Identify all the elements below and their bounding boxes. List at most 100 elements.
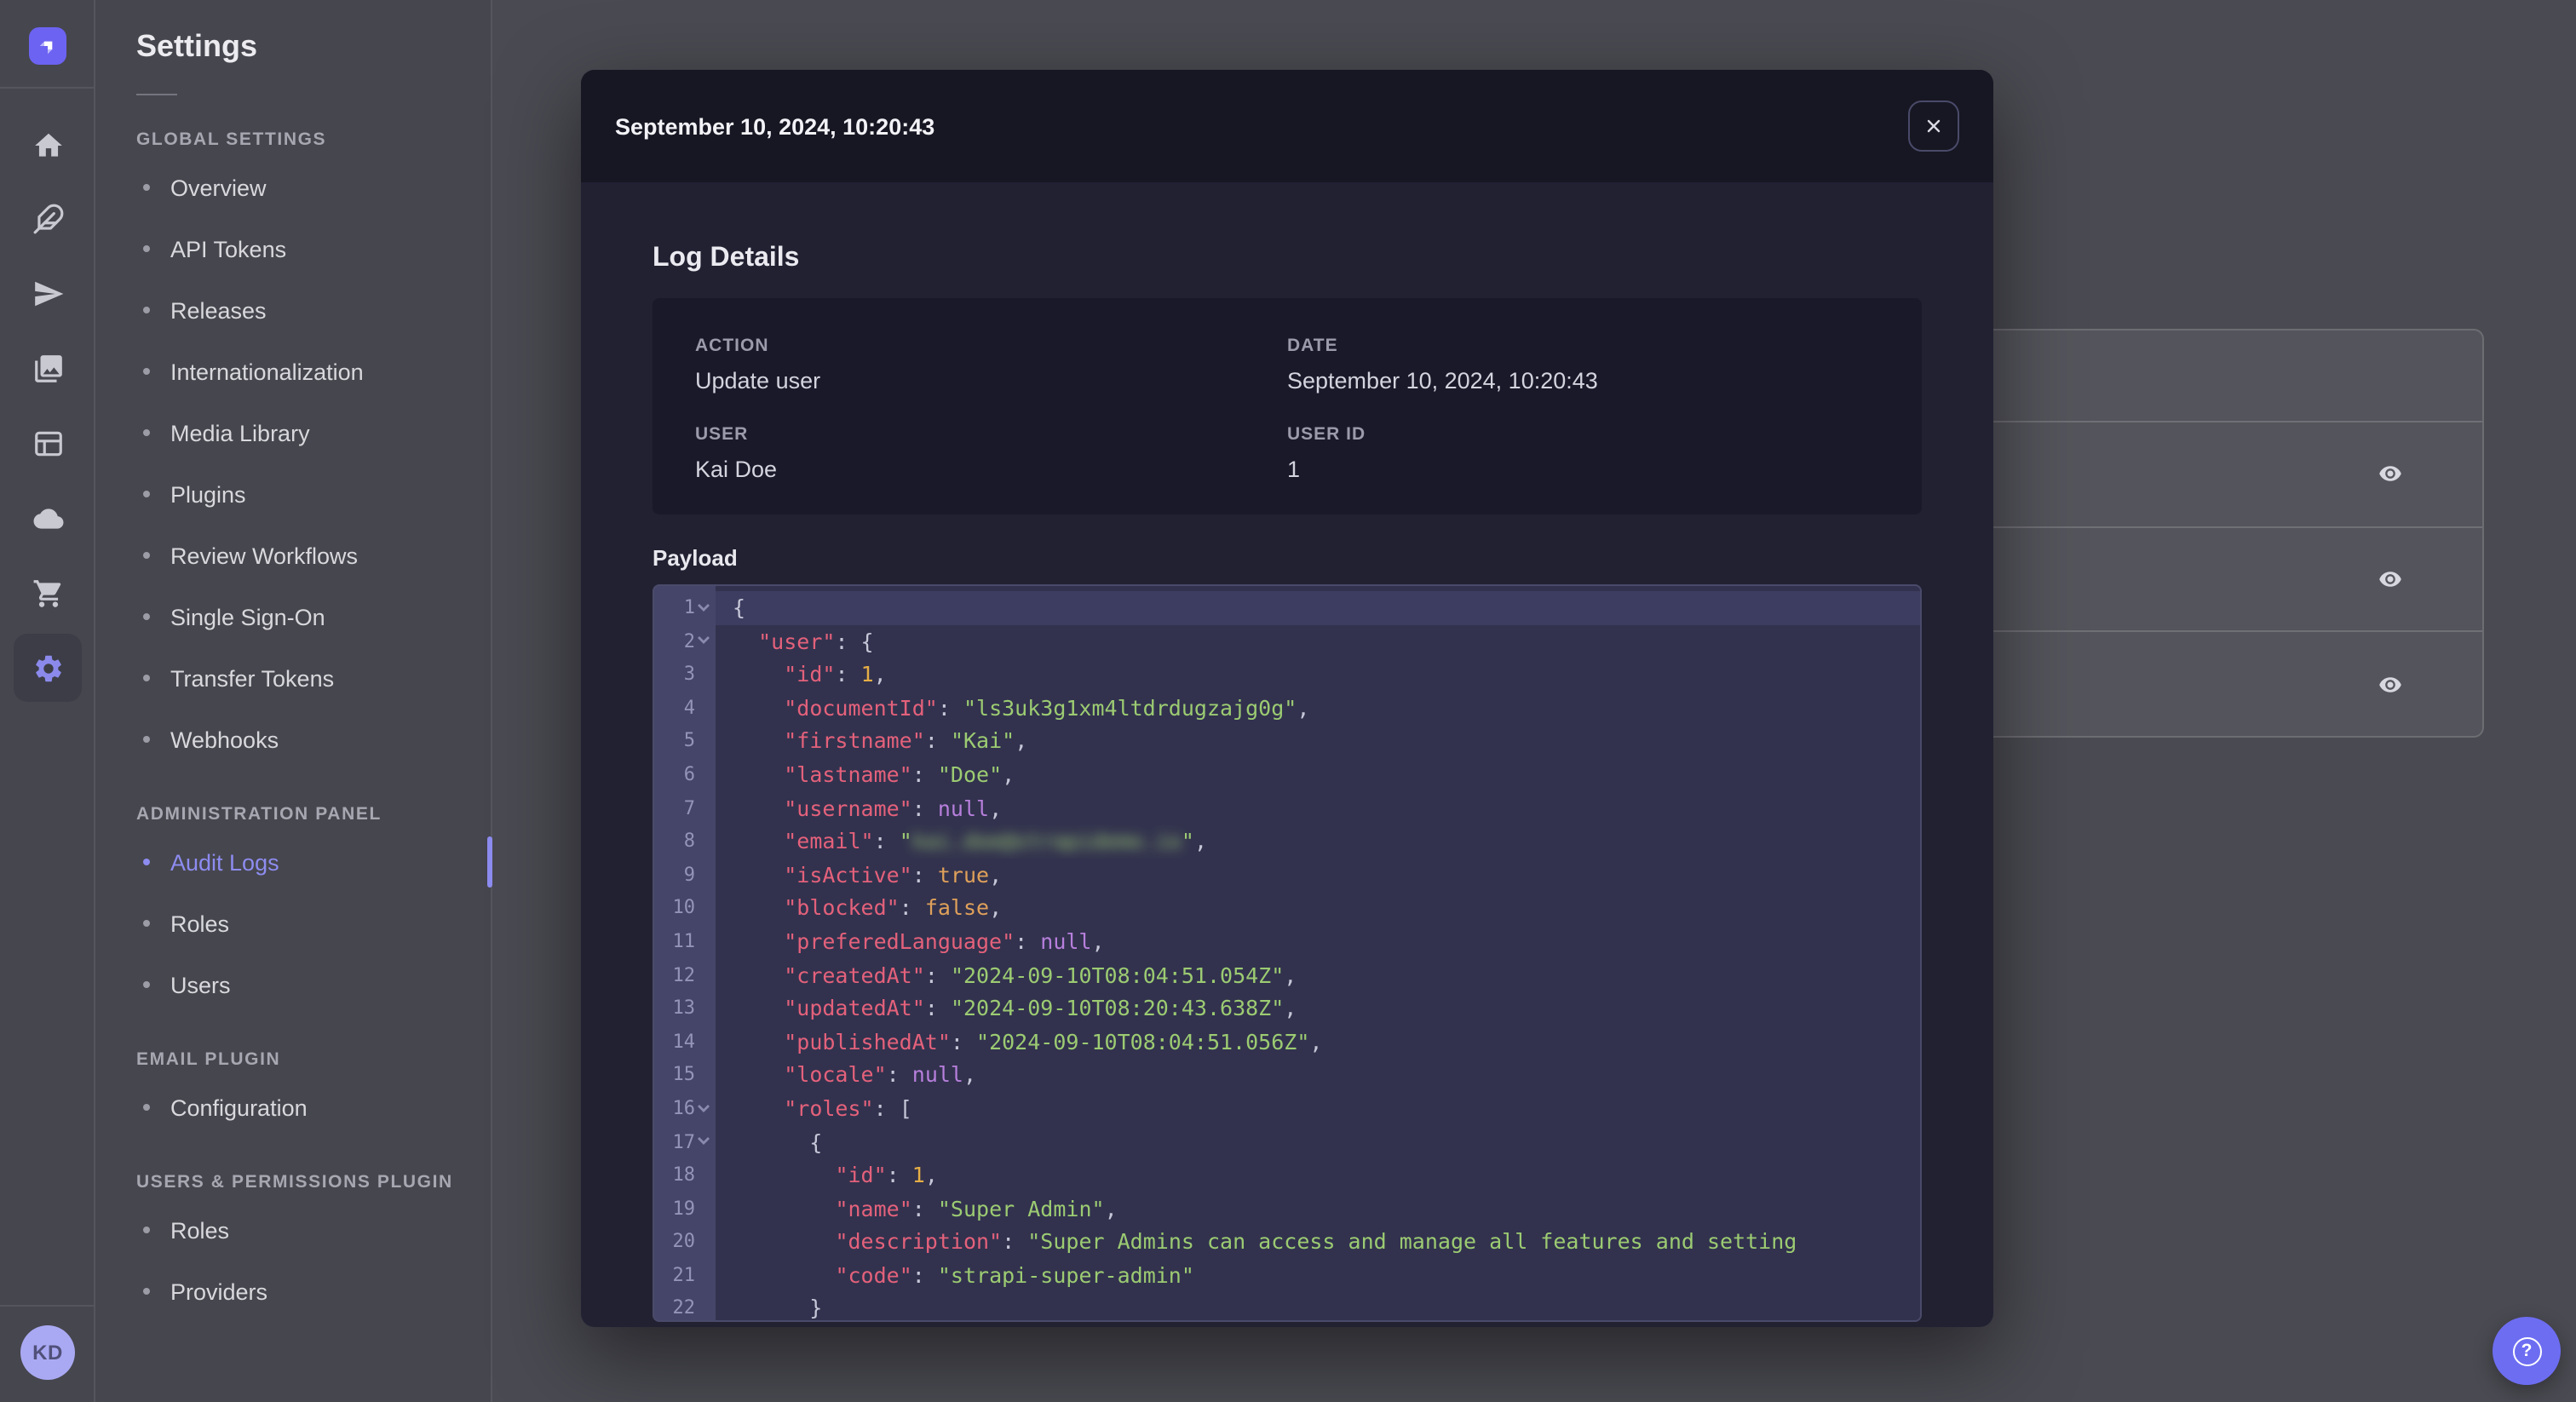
code-line: 11 "preferedLanguage": null,: [654, 925, 1920, 958]
rail-item-settings[interactable]: [14, 634, 82, 702]
line-number: 11: [672, 929, 696, 952]
code-line: 15 "locale": null,: [654, 1059, 1920, 1092]
sidebar-item-label: Releases: [170, 297, 267, 323]
question-mark-icon: ?: [2512, 1336, 2541, 1365]
code-text: "code": "strapi-super-admin": [835, 1261, 1194, 1288]
close-button[interactable]: [1908, 101, 1959, 152]
strapi-logo[interactable]: [29, 27, 66, 65]
payload-label: Payload: [653, 545, 738, 571]
code-text: "lastname": "Doe",: [784, 761, 1015, 787]
avatar[interactable]: KD: [20, 1325, 75, 1380]
chevron-down-icon[interactable]: [697, 1103, 710, 1113]
rail-item-cart[interactable]: [14, 559, 82, 627]
code-text: "publishedAt": "2024-09-10T08:04:51.056Z…: [784, 1028, 1323, 1054]
log-details-card: ACTION Update user DATE September 10, 2024,…: [653, 298, 1922, 514]
sidebar-item-providers[interactable]: Providers: [95, 1261, 491, 1322]
view-log-button[interactable]: [2370, 664, 2411, 705]
sidebar-item-review-workflows[interactable]: Review Workflows: [95, 525, 491, 586]
sidebar-item-overview[interactable]: Overview: [95, 157, 491, 218]
sidebar-item-roles[interactable]: Roles: [95, 893, 491, 954]
detail-field: DATE September 10, 2024, 10:20:43: [1287, 336, 1879, 394]
code-text: "email": "kai.doe@strapidemo.io",: [784, 828, 1207, 854]
payload-code-viewer[interactable]: 1{2 "user": {3 "id": 1, 4 "documentId": "…: [653, 584, 1922, 1322]
bullet-icon: [143, 429, 150, 436]
rail-item-media[interactable]: [14, 334, 82, 402]
section-title: Log Details: [653, 244, 800, 273]
bullet-icon: [143, 307, 150, 313]
code-text: {: [716, 591, 1920, 625]
rail-item-home[interactable]: [14, 111, 82, 179]
media-icon: [34, 354, 61, 382]
sidebar-item-users[interactable]: Users: [95, 954, 491, 1015]
settings-icon: [35, 654, 60, 681]
line-number: 8: [683, 830, 695, 853]
cloud-icon: [32, 508, 63, 528]
sidebar-item-single-sign-on[interactable]: Single Sign-On: [95, 586, 491, 647]
line-number: 14: [672, 1030, 696, 1053]
code-line: 13 "updatedAt": "2024-09-10T08:20:43.638…: [654, 991, 1920, 1025]
bullet-icon: [143, 552, 150, 559]
line-number: 19: [672, 1197, 696, 1220]
rail-item-cloud[interactable]: [14, 484, 82, 552]
help-button[interactable]: ?: [2493, 1317, 2561, 1385]
sidebar-item-internationalization[interactable]: Internationalization: [95, 341, 491, 402]
nav-section-label: USERS & PERMISSIONS PLUGIN: [136, 1172, 453, 1192]
sidebar-item-configuration[interactable]: Configuration: [95, 1077, 491, 1138]
view-log-button[interactable]: [2370, 559, 2411, 600]
sidebar-item-transfer-tokens[interactable]: Transfer Tokens: [95, 647, 491, 709]
sidebar-item-releases[interactable]: Releases: [95, 279, 491, 341]
page-title: Settings: [136, 29, 258, 63]
line-number: 9: [683, 863, 695, 886]
line-number: 13: [672, 997, 696, 1020]
sidebar-item-api-tokens[interactable]: API Tokens: [95, 218, 491, 279]
sidebar-item-label: Roles: [170, 911, 230, 936]
code-text: "documentId": "ls3uk3g1xm4ltdrdugzajg0g"…: [784, 694, 1310, 721]
code-text: "name": "Super Admin",: [835, 1195, 1118, 1221]
code-line: 18 "id": 1,: [654, 1158, 1920, 1192]
sidebar-item-audit-logs[interactable]: Audit Logs: [95, 831, 492, 893]
rail-item-feather[interactable]: [14, 184, 82, 252]
chevron-down-icon[interactable]: [697, 1137, 710, 1147]
line-number: 6: [683, 762, 695, 785]
bullet-icon: [143, 184, 150, 191]
chevron-down-icon[interactable]: [697, 603, 710, 613]
modal-header: September 10, 2024, 10:20:43: [581, 70, 1993, 182]
line-number: 1: [654, 591, 716, 624]
sidebar-item-label: Configuration: [170, 1095, 308, 1120]
settings-sidebar: Settings GLOBAL SETTINGS Overview API Toke…: [95, 0, 492, 1402]
layout-icon: [34, 430, 61, 456]
bullet-icon: [143, 1104, 150, 1111]
sidebar-item-webhooks[interactable]: Webhooks: [95, 709, 491, 770]
sidebar-item-media-library[interactable]: Media Library: [95, 402, 491, 463]
sidebar-item-plugins[interactable]: Plugins: [95, 463, 491, 525]
sidebar-item-roles[interactable]: Roles: [95, 1199, 491, 1261]
detail-field: USER ID 1: [1287, 424, 1879, 482]
code-text: "id": 1,: [835, 1162, 938, 1188]
view-log-button[interactable]: [2370, 454, 2411, 495]
line-number: 2: [654, 624, 716, 658]
code-line: 16 "roles": [: [654, 1092, 1920, 1125]
sidebar-item-label: Audit Logs: [170, 849, 279, 875]
code-text: }: [733, 1295, 823, 1321]
detail-field: USER Kai Doe: [695, 424, 1287, 482]
code-line: 22 }: [654, 1292, 1920, 1321]
code-text: "user": {: [758, 628, 874, 654]
code-line: 14 "publishedAt": "2024-09-10T08:04:51.0…: [654, 1025, 1920, 1058]
line-number: 17: [654, 1125, 716, 1158]
rail-item-send[interactable]: [14, 259, 82, 327]
eye-icon: [2379, 676, 2401, 692]
nav-section-label: GLOBAL SETTINGS: [136, 129, 327, 150]
sidebar-item-label: Single Sign-On: [170, 604, 325, 629]
code-line: 5 "firstname": "Kai",: [654, 725, 1920, 758]
rail-item-layout[interactable]: [14, 409, 82, 477]
chevron-down-icon[interactable]: [697, 636, 710, 646]
code-line: 10 "blocked": false,: [654, 892, 1920, 925]
line-number: 12: [672, 963, 696, 986]
send-icon: [34, 280, 63, 306]
bullet-icon: [143, 245, 150, 252]
detail-label: DATE: [1287, 336, 1338, 356]
code-line: 12 "createdAt": "2024-09-10T08:04:51.054…: [654, 958, 1920, 991]
nav-section-label: ADMINISTRATION PANEL: [136, 804, 382, 825]
line-number: 3: [683, 663, 695, 686]
title-divider: [136, 94, 177, 95]
